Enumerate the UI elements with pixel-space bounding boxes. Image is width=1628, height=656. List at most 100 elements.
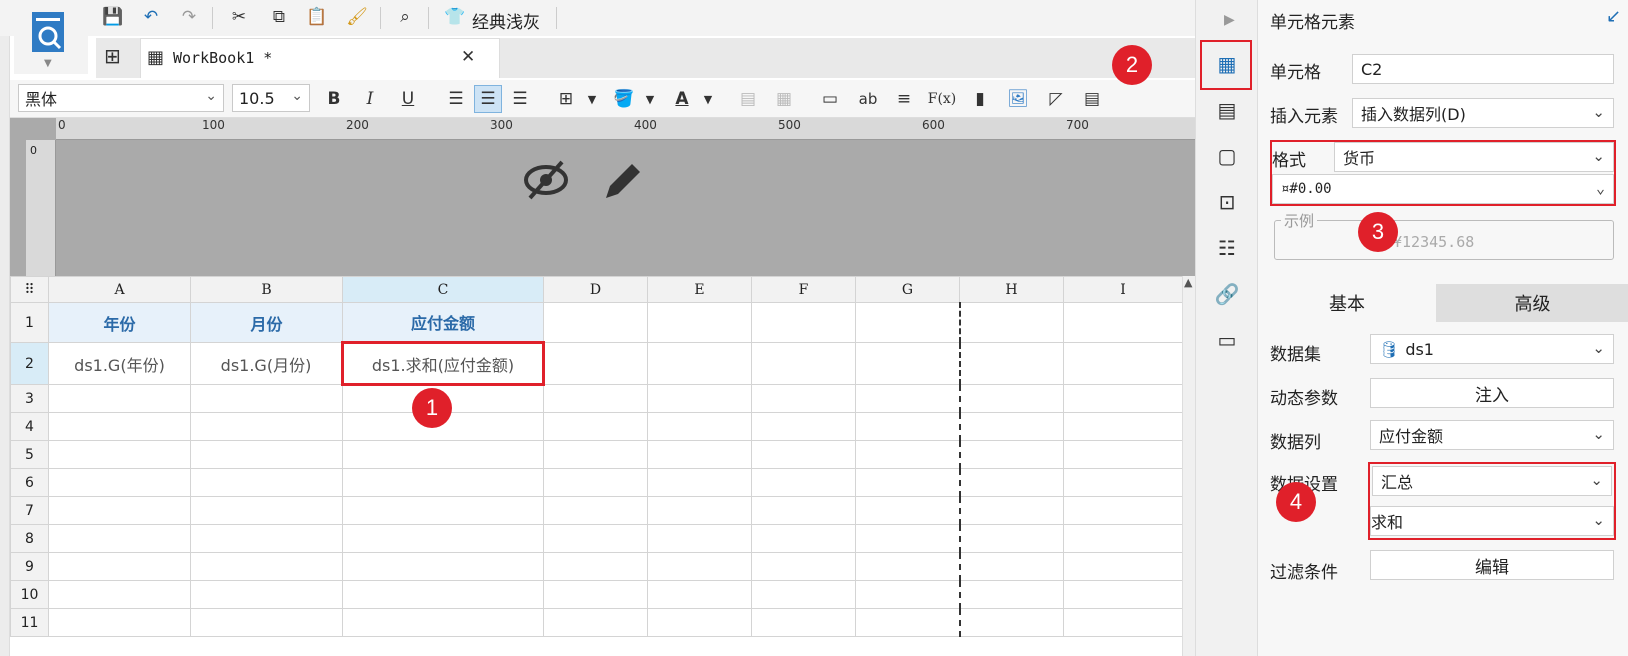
paste-icon[interactable]: 📋 <box>304 4 330 30</box>
scroll-up-icon[interactable]: ▲ <box>1184 276 1192 289</box>
theme-label[interactable]: 经典浅灰 <box>472 8 540 33</box>
row-header[interactable]: 6 <box>10 468 49 497</box>
fill-color-icon[interactable]: 🪣 <box>610 85 638 113</box>
dataset-select[interactable]: 🛢 ds1 ⌄ <box>1370 334 1614 364</box>
cell-a1[interactable]: 年份 <box>48 302 191 343</box>
spreadsheet-grid[interactable]: ⠿ A B C D E F G H I 1 年份 月份 应付金额 2 ds1.G… <box>10 276 1183 656</box>
condition-icon[interactable]: ☷ <box>1211 232 1243 264</box>
row-header[interactable]: 2 <box>10 342 49 385</box>
row-header[interactable]: 1 <box>10 302 49 343</box>
row-header[interactable]: 11 <box>10 608 49 637</box>
tab-basic[interactable]: 基本 <box>1258 284 1436 322</box>
insert-richtext-icon[interactable]: ≡ <box>890 85 918 113</box>
redo-icon[interactable]: ↷ <box>176 4 202 30</box>
cell[interactable] <box>647 342 752 385</box>
left-collapse-handle[interactable] <box>0 0 10 656</box>
edit-pencil-icon[interactable] <box>600 158 644 208</box>
tab-advanced[interactable]: 高级 <box>1436 284 1628 322</box>
column-header-a[interactable]: A <box>48 276 191 303</box>
cell[interactable] <box>543 342 648 385</box>
cell-b1[interactable]: 月份 <box>190 302 343 343</box>
row-header[interactable]: 9 <box>10 552 49 581</box>
hyperlink-icon[interactable]: 🔗 <box>1211 278 1243 310</box>
cell-b2[interactable]: ds1.G(月份) <box>190 342 343 385</box>
cell-c1[interactable]: 应付金额 <box>342 302 544 343</box>
column-header-h[interactable]: H <box>959 276 1064 303</box>
format-pattern-select[interactable]: ¤#0.00 ⌄ <box>1272 174 1614 204</box>
insert-chart-icon[interactable]: ▮ <box>966 85 994 113</box>
row-header[interactable]: 3 <box>10 384 49 413</box>
cell[interactable] <box>855 342 961 385</box>
preview-icon[interactable]: ⌕ <box>392 4 418 30</box>
column-header-b[interactable]: B <box>190 276 343 303</box>
column-header-f[interactable]: F <box>751 276 856 303</box>
row-header[interactable]: 8 <box>10 524 49 553</box>
data-setting-select[interactable]: 汇总 ⌄ <box>1372 466 1612 496</box>
row-header[interactable]: 10 <box>10 580 49 609</box>
font-family-select[interactable]: 黑体 ⌄ <box>18 84 224 112</box>
chevron-down-icon[interactable]: ▼ <box>636 85 664 113</box>
align-left-icon[interactable]: ☰ <box>442 85 470 113</box>
font-color-icon[interactable]: A <box>668 85 696 113</box>
font-size-select[interactable]: 10.5 ⌄ <box>232 84 310 112</box>
cell[interactable] <box>1063 342 1183 385</box>
widget-icon[interactable]: ▢ <box>1211 140 1243 172</box>
border-icon[interactable]: ⊞ <box>552 85 580 113</box>
form-element-icon[interactable]: ⊡ <box>1211 186 1243 218</box>
cell[interactable] <box>543 302 648 343</box>
cell-c2-selected[interactable]: ds1.求和(应付金额) <box>341 341 545 386</box>
save-icon[interactable]: 💾 <box>100 4 126 30</box>
tab-workbook1[interactable]: ▦ WorkBook1 * ✕ <box>140 38 500 78</box>
cell[interactable] <box>751 302 856 343</box>
copy-icon[interactable]: ⧉ <box>266 4 292 30</box>
theme-icon[interactable]: 👕 <box>442 4 468 30</box>
cell[interactable] <box>855 302 961 343</box>
insert-image-icon[interactable]: 🖼 <box>1004 85 1032 113</box>
bold-button[interactable]: B <box>320 85 348 113</box>
row-header[interactable]: 5 <box>10 440 49 469</box>
cell-element-icon[interactable]: ▦ <box>1211 48 1243 80</box>
cell[interactable] <box>959 342 1064 385</box>
column-header-g[interactable]: G <box>855 276 960 303</box>
cut-icon[interactable]: ✂ <box>226 4 252 30</box>
row-header[interactable]: 7 <box>10 496 49 525</box>
preview-menu-button[interactable]: ▼ <box>14 4 88 74</box>
cell[interactable] <box>647 302 752 343</box>
cell-attribute-icon[interactable]: ▤ <box>1211 94 1243 126</box>
undo-icon[interactable]: ↶ <box>138 4 164 30</box>
cell[interactable] <box>1063 302 1183 343</box>
insert-element-select[interactable]: 插入数据列(D) ⌄ <box>1352 98 1614 128</box>
align-center-icon[interactable]: ☰ <box>474 85 502 113</box>
insert-subreport-icon[interactable]: ▤ <box>1078 85 1106 113</box>
summary-function-select[interactable]: 求和 ⌄ <box>1370 506 1614 536</box>
data-column-select[interactable]: 应付金额 ⌄ <box>1370 420 1614 450</box>
column-header-i[interactable]: I <box>1063 276 1183 303</box>
expand-right-icon[interactable]: ▶ <box>1224 12 1235 28</box>
chevron-down-icon[interactable]: ▼ <box>578 85 606 113</box>
formula-icon[interactable]: F(x) <box>928 85 957 113</box>
select-all-corner[interactable]: ⠿ <box>10 276 49 303</box>
column-header-c[interactable]: C <box>342 276 544 303</box>
close-tab-icon[interactable]: ✕ <box>461 47 475 67</box>
underline-button[interactable]: U <box>394 85 422 113</box>
report-fill-icon[interactable]: ▭ <box>1211 324 1243 356</box>
page-header-area[interactable]: 0 100 200 300 400 500 600 700 0 <box>10 118 1195 276</box>
row-header[interactable]: 4 <box>10 412 49 441</box>
filter-edit-button[interactable]: 编辑 <box>1370 550 1614 580</box>
cell[interactable] <box>959 302 1064 343</box>
inject-button[interactable]: 注入 <box>1370 378 1614 408</box>
insert-text-icon[interactable]: ab <box>854 85 882 113</box>
diagonal-line-icon[interactable]: ◸ <box>1042 85 1070 113</box>
column-header-e[interactable]: E <box>647 276 752 303</box>
chevron-down-icon[interactable]: ▼ <box>694 85 722 113</box>
align-right-icon[interactable]: ☰ <box>506 85 534 113</box>
text-field-icon[interactable]: ▭ <box>816 85 844 113</box>
format-painter-icon[interactable]: 🖌 <box>344 4 370 30</box>
collapse-arrow-icon[interactable]: ↙ <box>1606 6 1621 27</box>
cell-a2[interactable]: ds1.G(年份) <box>48 342 191 385</box>
format-type-select[interactable]: 货币 ⌄ <box>1334 142 1614 172</box>
column-header-d[interactable]: D <box>543 276 648 303</box>
italic-button[interactable]: I <box>356 85 384 113</box>
cell-input[interactable]: C2 <box>1352 54 1614 84</box>
cell[interactable] <box>751 342 856 385</box>
